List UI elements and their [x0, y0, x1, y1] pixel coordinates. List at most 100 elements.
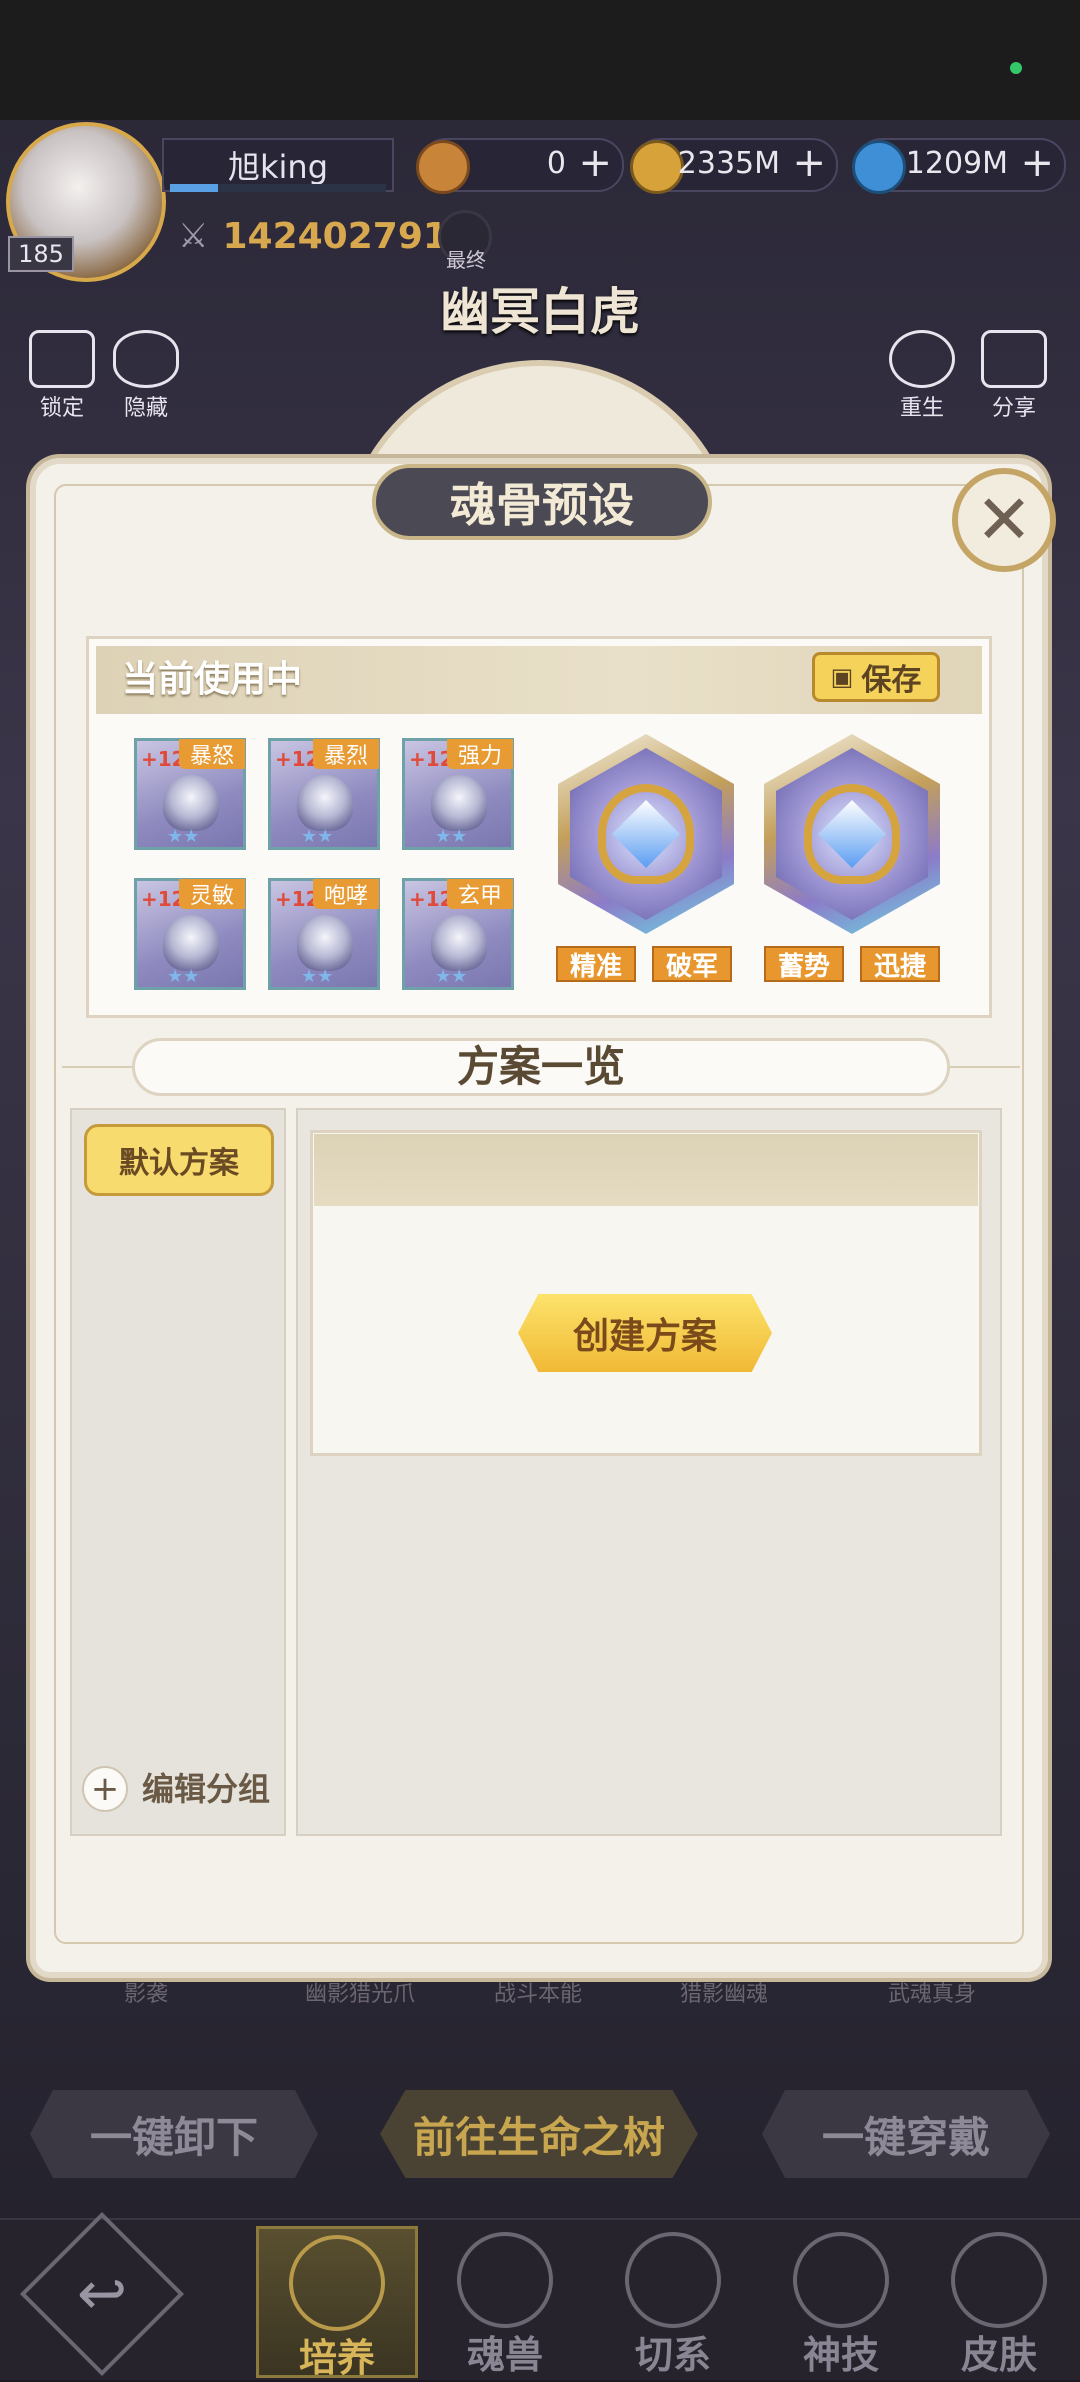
scheme-list-title: 方案一览 — [456, 1042, 625, 1091]
nav-tab-divine-skill[interactable]: 神技 — [760, 2226, 922, 2378]
search-label: 最终 — [446, 248, 486, 272]
rebirth-label: 重生 — [899, 396, 944, 421]
currency-token-value: 0 — [546, 146, 566, 181]
skill-label: 武魂真身 — [887, 1982, 976, 2007]
sun-icon — [625, 2232, 721, 2328]
lock-icon — [29, 330, 95, 388]
bone-stars: ★★ — [167, 966, 200, 987]
nav-tab-beast[interactable]: 魂兽 — [424, 2226, 586, 2378]
edit-group-label[interactable]: 编辑分组 — [142, 1762, 270, 1816]
potion-icon — [852, 140, 906, 194]
bone-helm-icon — [297, 775, 353, 831]
skill-tag: 蓄势 — [764, 946, 844, 982]
go-life-tree-button[interactable]: 前往生命之树 — [380, 2090, 698, 2178]
divider — [950, 1066, 1020, 1068]
sword-icon: ⚔ — [178, 216, 209, 256]
exp-bar-fill — [170, 184, 218, 192]
back-arrow-icon: ↩ — [76, 2259, 128, 2329]
add-potion-button[interactable]: + — [1020, 140, 1054, 188]
hero-name: 幽冥白虎 — [440, 282, 640, 341]
bone-tag: 灵敏 — [179, 879, 245, 909]
hide-button[interactable]: 隐藏 — [106, 330, 186, 422]
plus-icon: + — [90, 1769, 120, 1809]
scheme-card-header — [314, 1134, 978, 1206]
default-scheme-tab[interactable]: 默认方案 — [84, 1124, 274, 1196]
share-button[interactable]: 分享 — [974, 330, 1054, 422]
soul-bone-slot[interactable]: +12 咆哮 ★★ — [268, 878, 380, 990]
soul-skill-emblem[interactable] — [764, 734, 940, 934]
nav-tab-skin[interactable]: 皮肤 — [918, 2226, 1080, 2378]
bone-stars: ★★ — [435, 826, 468, 847]
currency-token: 0 + — [416, 138, 624, 194]
currency-potion-value: 1209M — [905, 146, 1008, 181]
currency-gold: 2335M + — [630, 138, 838, 194]
skill-label: 影袭 — [123, 1982, 168, 2007]
soul-bone-slot[interactable]: +12 灵敏 ★★ — [134, 878, 246, 990]
gold-coin-icon — [630, 140, 684, 194]
status-indicator-dot — [1010, 62, 1022, 74]
nav-tab-label: 神技 — [802, 2332, 879, 2377]
bone-claw-icon — [163, 775, 219, 831]
soul-skill-emblem[interactable] — [558, 734, 734, 934]
lock-button[interactable]: 锁定 — [22, 330, 102, 422]
save-button[interactable]: ▣ 保存 — [812, 652, 940, 702]
equip-all-button[interactable]: 一键穿戴 — [762, 2090, 1050, 2178]
bone-stars: ★★ — [301, 826, 334, 847]
skill-tag: 迅捷 — [860, 946, 940, 982]
current-preset-title: 当前使用中 — [122, 659, 303, 700]
soul-bone-slot[interactable]: +12 强力 ★★ — [402, 738, 514, 850]
lock-label: 锁定 — [39, 396, 84, 421]
bone-stars: ★★ — [167, 826, 200, 847]
bone-chest-icon — [297, 915, 353, 971]
nav-tab-switch[interactable]: 切系 — [592, 2226, 754, 2378]
close-button[interactable]: ✕ — [952, 468, 1056, 572]
soul-bone-slot[interactable]: +12 玄甲 ★★ — [402, 878, 514, 990]
cultivate-icon — [289, 2235, 385, 2331]
skill-tag: 破军 — [652, 946, 732, 982]
currency-gold-value: 2335M — [677, 146, 780, 181]
soul-bone-slot[interactable]: +12 暴烈 ★★ — [268, 738, 380, 850]
token-coin-icon — [416, 140, 470, 194]
fox-icon — [951, 2232, 1047, 2328]
bone-tag: 玄甲 — [447, 879, 513, 909]
bone-leg-icon — [431, 915, 487, 971]
create-scheme-button[interactable]: 创建方案 — [518, 1294, 772, 1372]
skill-label: 战斗本能 — [493, 1982, 582, 2007]
bone-tag: 咆哮 — [313, 879, 379, 909]
save-icon: ▣ — [830, 663, 854, 691]
skill-label: 猎影幽魂 — [679, 1982, 768, 2007]
eye-icon — [113, 330, 179, 388]
currency-potion: 1209M + — [852, 138, 1066, 194]
power-value: 142402791 — [222, 215, 448, 257]
share-label: 分享 — [991, 396, 1036, 421]
paw-icon — [457, 2232, 553, 2328]
power-display: ⚔ 142402791 — [178, 210, 448, 262]
nav-tab-label: 皮肤 — [960, 2332, 1037, 2377]
refresh-icon — [889, 330, 955, 388]
unequip-all-button[interactable]: 一键卸下 — [30, 2090, 318, 2178]
share-icon — [981, 330, 1047, 388]
level-badge: 185 — [8, 236, 74, 272]
close-icon: ✕ — [975, 480, 1033, 560]
group-list — [70, 1108, 286, 1836]
divider — [62, 1066, 132, 1068]
bone-tag: 暴怒 — [179, 739, 245, 769]
edit-group-button[interactable]: + — [82, 1766, 128, 1812]
nav-tab-cultivate[interactable]: 培养 — [256, 2226, 418, 2380]
nav-tab-label: 切系 — [634, 2332, 711, 2377]
nav-tab-label: 培养 — [298, 2335, 375, 2380]
skill-label: 幽影猎光爪 — [304, 1982, 415, 2007]
nav-tab-label: 魂兽 — [466, 2332, 543, 2377]
modal-title: 魂骨预设 — [372, 464, 712, 540]
add-gold-button[interactable]: + — [792, 140, 826, 188]
status-bar — [0, 0, 1080, 120]
bone-leg-icon — [163, 915, 219, 971]
bone-stars: ★★ — [301, 966, 334, 987]
bone-stars: ★★ — [435, 966, 468, 987]
soul-bone-slot[interactable]: +12 暴怒 ★★ — [134, 738, 246, 850]
add-token-button[interactable]: + — [578, 140, 612, 188]
bone-claw-icon — [431, 775, 487, 831]
rebirth-button[interactable]: 重生 — [882, 330, 962, 422]
bone-tag: 强力 — [447, 739, 513, 769]
skill-tag: 精准 — [556, 946, 636, 982]
